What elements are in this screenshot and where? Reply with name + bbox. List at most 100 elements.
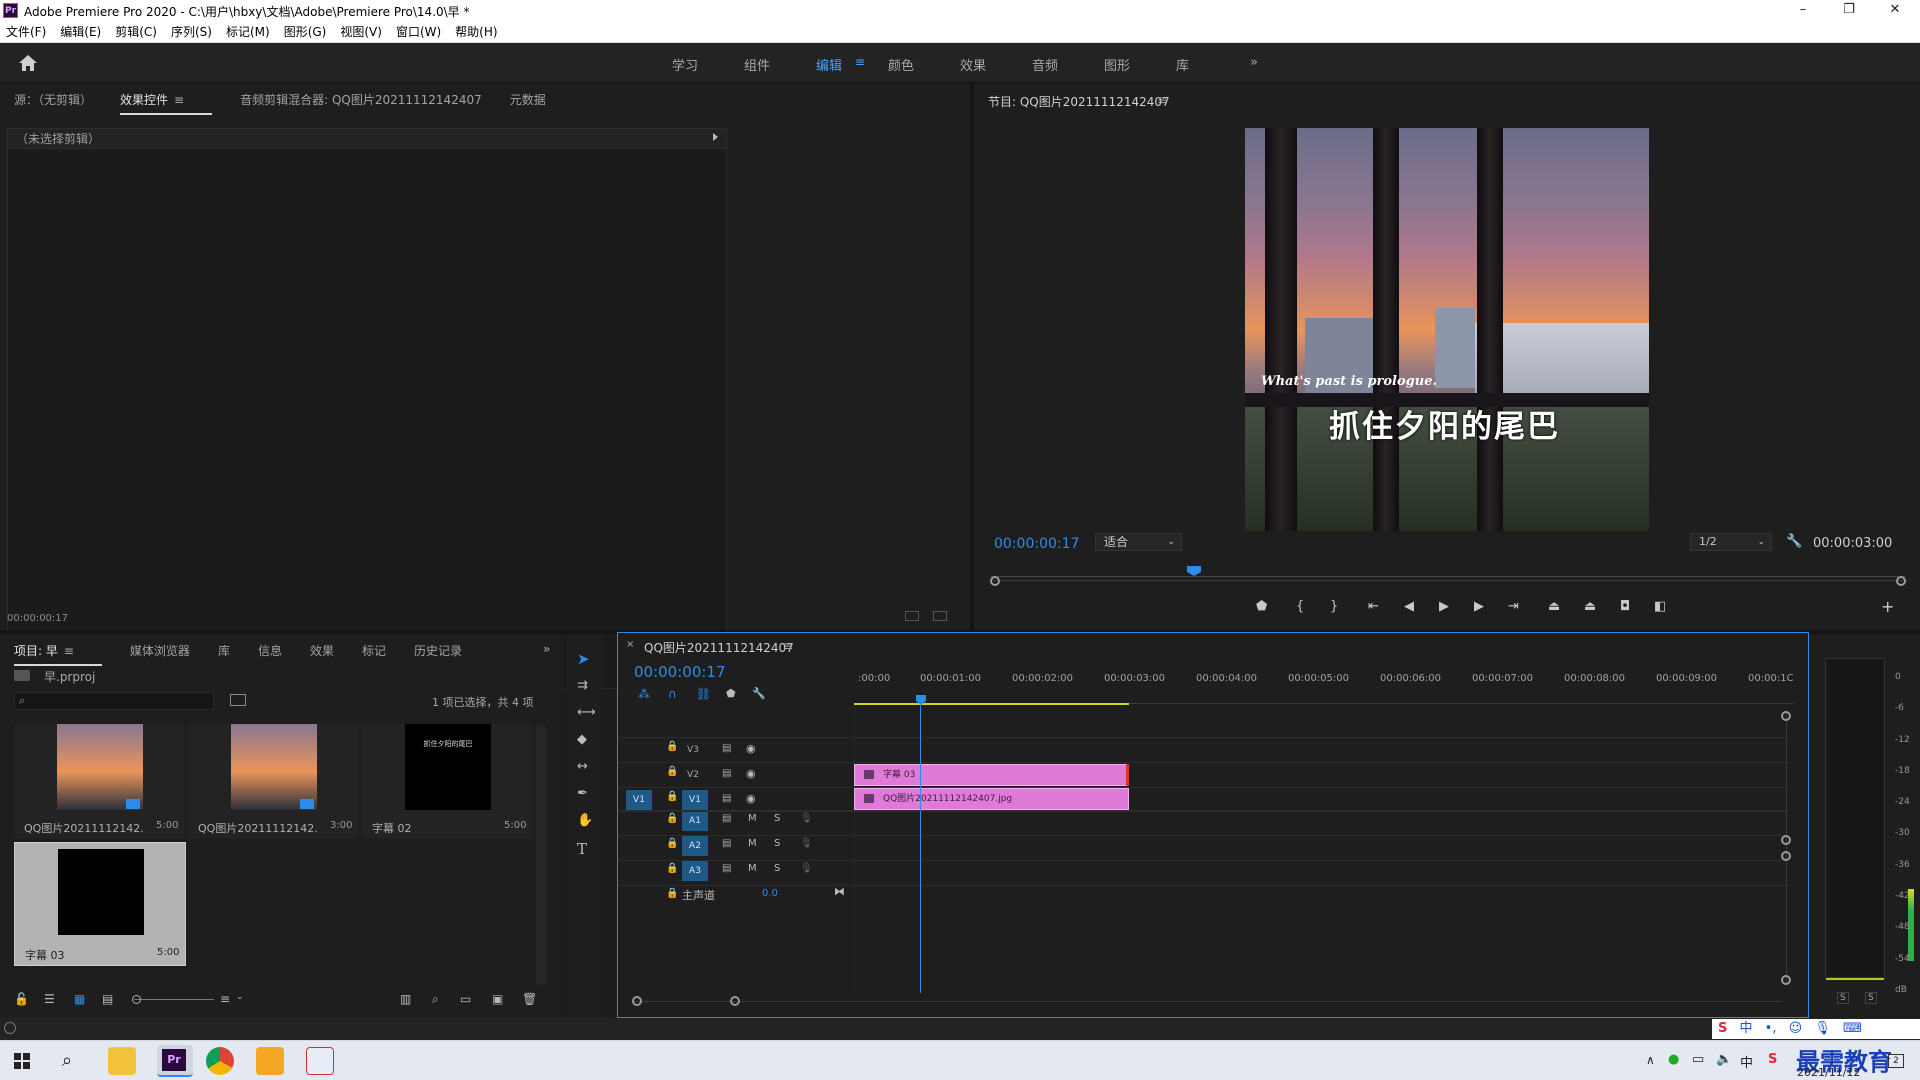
workspace-tab-libraries[interactable]: 库 [1176,55,1189,74]
ripple-edit-tool-icon[interactable]: ⟷ [577,705,596,720]
program-scrub-bar[interactable] [990,566,1906,580]
sequence-menu-icon[interactable]: ≡ [783,639,793,653]
list-view-icon[interactable]: ☰ [44,992,55,1006]
add-marker-icon[interactable]: ⬟ [726,687,736,700]
tab-libraries[interactable]: 库 [218,642,230,659]
menu-help[interactable]: 帮助(H) [455,23,497,40]
project-item[interactable]: 抓住夕阳的尾巴 字幕 02 5:00 [362,724,532,838]
fit-dropdown[interactable]: 适合 ⌄ [1095,533,1182,551]
sync-lock-icon[interactable]: ▤ [722,863,731,874]
workspace-tab-audio[interactable]: 音频 [1032,55,1058,74]
sogou-icon[interactable]: S [1718,1021,1727,1036]
search-icon[interactable]: ⌕ [62,1050,72,1071]
panel-menu-icon[interactable]: ≡ [64,644,74,658]
chrome-icon[interactable] [206,1047,234,1075]
go-to-in-icon[interactable]: ⇤ [1368,599,1379,614]
lock-icon[interactable]: 🔒 [666,838,678,849]
track-label-a2[interactable]: A2 [682,836,708,856]
solo-button[interactable]: S [774,863,780,874]
new-item-icon[interactable]: ▣ [492,992,503,1006]
mute-button[interactable]: M [748,813,757,824]
zoom-handle-left[interactable] [990,576,1000,586]
play-icon[interactable]: ▶ [1439,599,1449,614]
tab-effects[interactable]: 效果 [310,642,334,659]
timeline-horizontal-scrollbar[interactable] [632,1001,1782,1002]
close-button[interactable]: ✕ [1872,0,1918,21]
sync-lock-icon[interactable]: ▤ [722,768,731,779]
selection-tool-icon[interactable]: ➤ [577,650,590,668]
close-sequence-icon[interactable]: × [626,639,634,650]
menu-view[interactable]: 视图(V) [340,23,382,40]
project-item[interactable]: QQ图片202111121​42... 3:00 [188,724,358,838]
workspace-tab-graphics[interactable]: 图形 [1104,55,1130,74]
zoom-slider-handle[interactable] [132,995,141,1004]
eye-icon[interactable]: ◉ [746,792,756,805]
tab-audio-clip-mixer[interactable]: 音频剪辑混合器: QQ图片20211112142407 [240,91,482,108]
razor-tool-icon[interactable]: ◆ [577,732,587,747]
work-area-bar[interactable] [854,703,1129,705]
windows-start-icon[interactable] [14,1053,30,1069]
workspace-more-icon[interactable]: » [1250,55,1258,70]
sync-lock-icon[interactable]: ▤ [722,793,731,804]
tray-app-icon[interactable]: ● [1668,1052,1679,1067]
keyboard-icon[interactable]: ⌨ [1843,1021,1862,1036]
lift-icon[interactable]: ⏏ [1548,599,1560,614]
filter-icon[interactable] [905,611,919,621]
clock-date[interactable]: 2021/11/12 [1797,1066,1860,1079]
premiere-taskbar-button[interactable]: Pr [157,1045,193,1077]
mic-icon[interactable]: 🎙 [1814,1021,1831,1036]
tab-metadata[interactable]: 元数据 [510,91,546,108]
automate-icon[interactable]: ▥ [400,992,411,1006]
clip-image[interactable]: QQ图片20211112142407.jpg [854,788,1129,810]
lock-icon[interactable]: 🔒 [666,741,678,752]
timeline-ruler[interactable]: :00:00 00:00:01:00 00:00:02:00 00:00:03:… [858,673,1794,693]
app-icon[interactable] [306,1047,334,1075]
hand-tool-icon[interactable]: ✋ [577,813,593,828]
slip-tool-icon[interactable]: ↔ [577,759,588,774]
extract-icon[interactable]: ⏏ [1584,599,1596,614]
go-to-out-icon[interactable]: ⇥ [1508,599,1519,614]
track-label-a1[interactable]: A1 [682,811,708,831]
more-tabs-icon[interactable]: » [543,642,550,656]
timeline-timecode[interactable]: 00:00:00:17 [634,663,726,681]
workspace-tab-editing[interactable]: 编辑 [816,55,842,74]
sort-icon[interactable]: ≡ [220,992,230,1006]
icon-view-icon[interactable]: ▦ [74,992,85,1006]
collapse-icon[interactable]: ⧓ [834,885,845,898]
step-forward-icon[interactable]: ▶ [1474,599,1484,614]
master-volume-value[interactable]: 0.0 [762,888,778,899]
emoji-icon[interactable]: ☺ [1789,1021,1803,1036]
meter-solo-left[interactable]: S [1837,992,1849,1004]
lock-icon[interactable]: 🔒 [666,888,678,899]
track-label-v2[interactable]: V2 [682,766,704,784]
sequence-tab[interactable]: QQ图片20211112142407 [644,639,794,656]
menu-graphics[interactable]: 图形(G) [284,23,327,40]
camera-icon[interactable]: ◘ [1620,599,1630,614]
expand-arrow-icon[interactable] [713,133,718,141]
tab-source[interactable]: 源：（无剪辑） [14,91,92,108]
scroll-handle[interactable] [1781,835,1791,845]
network-icon[interactable]: ▭ [1692,1052,1704,1067]
tray-expand-icon[interactable]: ∧ [1646,1053,1655,1067]
sync-lock-icon[interactable]: ▤ [722,743,731,754]
lock-icon[interactable]: 🔓 [14,992,29,1006]
sync-lock-icon[interactable]: ▤ [722,838,731,849]
program-current-timecode[interactable]: 00:00:00:17 [994,536,1079,552]
menu-file[interactable]: 文件(F) [6,23,46,40]
new-bin-icon[interactable]: ▭ [460,992,471,1006]
track-select-tool-icon[interactable]: ⇉ [577,678,588,693]
track-label-a3[interactable]: A3 [682,861,708,881]
menu-markers[interactable]: 标记(M) [226,23,270,40]
new-bin-from-search-icon[interactable] [230,694,246,706]
zoom-handle-right[interactable] [1896,576,1906,586]
mark-in-icon[interactable]: { [1296,599,1304,614]
minimize-button[interactable]: – [1780,0,1826,21]
lock-icon[interactable]: 🔒 [666,863,678,874]
workspace-tab-learn[interactable]: 学习 [672,55,698,74]
menu-edit[interactable]: 编辑(E) [60,23,101,40]
restore-button[interactable]: ❐ [1826,0,1872,21]
notification-icon[interactable]: 2 [1888,1054,1904,1068]
ime-mode[interactable]: 中 [1740,1021,1753,1036]
mute-button[interactable]: M [748,838,757,849]
playhead-icon[interactable] [1187,566,1201,576]
